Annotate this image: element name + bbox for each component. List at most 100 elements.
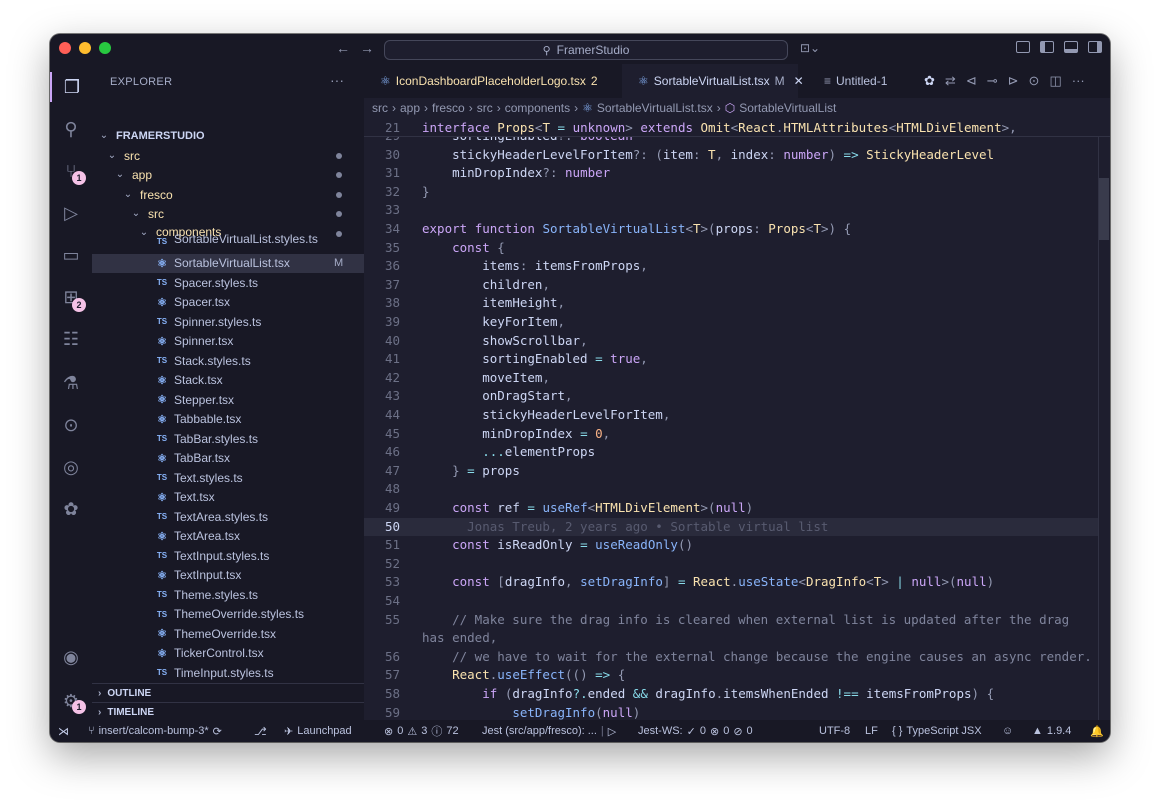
code-editor[interactable]: 29 sortingEnabled?: boolean30 stickyHead… — [364, 118, 1110, 720]
minimize-window-button[interactable] — [79, 42, 91, 54]
file-item[interactable]: TS Spacer.styles.ts — [92, 273, 364, 293]
breadcrumb-item[interactable]: components — [505, 101, 570, 115]
file-item[interactable]: ⚛ TextArea.tsx — [92, 527, 364, 547]
file-item[interactable]: TS TextInput.styles.ts — [92, 546, 364, 566]
openai-icon[interactable]: ✿ — [924, 73, 935, 89]
compare-changes-icon[interactable]: ⇄ — [945, 73, 956, 89]
code-line[interactable]: 47 } = props — [364, 462, 1110, 481]
folder-src-inner[interactable]: ⌄ src — [92, 204, 364, 224]
code-line[interactable]: 32} — [364, 183, 1110, 202]
code-line[interactable]: 59 setDragInfo(null) — [364, 704, 1110, 720]
code-line[interactable]: 51 const isReadOnly = useReadOnly() — [364, 536, 1110, 555]
split-editor-icon[interactable]: ◫ — [1049, 73, 1061, 89]
folder-fresco[interactable]: ⌄ fresco — [92, 185, 364, 205]
forward-arrow-icon[interactable]: → — [360, 40, 374, 56]
source-control-icon[interactable]: ⑂ — [50, 156, 92, 186]
eol-status[interactable]: LF — [865, 720, 878, 742]
code-line[interactable]: 54 — [364, 592, 1110, 611]
gitlens-inspect-icon[interactable]: ◎ — [50, 452, 92, 482]
search-icon[interactable]: ⚲ — [50, 114, 92, 144]
copilot-icon[interactable]: ⊡⌄ — [800, 41, 820, 55]
customize-layout-icon[interactable] — [1016, 41, 1030, 53]
file-item[interactable]: TS ThemeOverride.styles.ts — [92, 605, 364, 625]
file-item[interactable]: TS Stack.styles.ts — [92, 351, 364, 371]
run-debug-icon[interactable]: ▷ — [50, 198, 92, 228]
code-line[interactable]: 53 const [dragInfo, setDragInfo] = React… — [364, 573, 1110, 592]
code-line[interactable]: 44 stickyHeaderLevelForItem, — [364, 406, 1110, 425]
extensions-icon[interactable]: ⊞ — [50, 282, 92, 312]
ts-version-status[interactable]: ▲ 1.9.4 — [1032, 720, 1071, 742]
file-item[interactable]: TS Theme.styles.ts — [92, 585, 364, 605]
folder-src[interactable]: ⌄ src — [92, 146, 364, 166]
file-item[interactable]: ⚛ Stepper.tsx — [92, 390, 364, 410]
settings-gear-icon[interactable]: ⚙ — [50, 686, 92, 716]
code-line[interactable]: 40 showScrollbar, — [364, 332, 1110, 351]
remote-indicator[interactable]: ⋊ — [58, 720, 69, 742]
branch-status[interactable]: ⑂ insert/calcom-bump-3* ⟳ — [88, 720, 222, 742]
launchpad-status[interactable]: ✈ Launchpad — [284, 720, 352, 742]
code-line[interactable]: 55 // Make sure the drag info is cleared… — [364, 611, 1110, 630]
remote-explorer-icon[interactable]: ▭ — [50, 240, 92, 270]
code-line[interactable]: 36 items: itemsFromProps, — [364, 257, 1110, 276]
gitlens-icon[interactable]: ⊙ — [50, 410, 92, 440]
code-line[interactable]: 58 if (dragInfo?.ended && dragInfo.items… — [364, 685, 1110, 704]
jest-ws-status[interactable]: Jest-WS: ✓ 0 ⊗ 0 ⊘ 0 — [638, 720, 753, 742]
breadcrumb-item[interactable]: src — [372, 101, 388, 115]
notifications-bell-icon[interactable]: 🔔 — [1090, 720, 1104, 742]
file-item[interactable]: TS TimeInput.styles.ts — [92, 663, 364, 683]
back-arrow-icon[interactable]: ← — [336, 40, 350, 56]
file-item[interactable]: TS Text.styles.ts — [92, 468, 364, 488]
publish-icon[interactable]: ⎇ — [254, 720, 267, 742]
breadcrumb-item[interactable]: SortableVirtualList.tsx — [597, 101, 713, 115]
code-line[interactable]: 39 keyForItem, — [364, 313, 1110, 332]
code-line[interactable]: 57 React.useEffect(() => { — [364, 666, 1110, 685]
file-item[interactable]: ⚛ Text.tsx — [92, 488, 364, 508]
folder-app[interactable]: ⌄ app — [92, 165, 364, 185]
timeline-section[interactable]: › TIMELINE — [92, 702, 364, 720]
jest-status[interactable]: Jest (src/app/fresco): ... | ▷ — [482, 720, 616, 742]
file-item[interactable]: TS Spinner.styles.ts — [92, 312, 364, 332]
maximize-window-button[interactable] — [99, 42, 111, 54]
scrollbar-thumb[interactable] — [1099, 178, 1109, 240]
code-line[interactable]: 37 children, — [364, 276, 1110, 295]
code-line[interactable]: 42 moveItem, — [364, 369, 1110, 388]
sticky-scroll-header[interactable]: 21 interface Props<T = unknown> extends … — [364, 118, 1110, 137]
openai-icon[interactable]: ✿ — [50, 494, 92, 524]
code-line[interactable]: 52 — [364, 555, 1110, 574]
code-line[interactable]: 48 — [364, 480, 1110, 499]
testing-flask-icon[interactable]: ⚗ — [50, 368, 92, 398]
copilot-status-icon[interactable]: ☺ — [1002, 720, 1013, 742]
code-line[interactable]: has ended, — [364, 629, 1110, 648]
file-item[interactable]: TS TabBar.styles.ts — [92, 429, 364, 449]
folder-root[interactable]: ⌄ FRAMERSTUDIO — [92, 126, 364, 146]
code-line[interactable]: 50 Jonas Treub, 2 years ago • Sortable v… — [364, 517, 1110, 537]
gitlens-icon[interactable]: ⊙ — [1029, 73, 1040, 89]
code-line[interactable]: 30 stickyHeaderLevelForItem?: (item: T, … — [364, 146, 1110, 165]
close-window-button[interactable] — [59, 42, 71, 54]
file-item[interactable]: ⚛ ThemeOverride.tsx — [92, 624, 364, 644]
tab-sortable-virtual-list[interactable]: ⚛ SortableVirtualList.tsx M ✕ — [622, 64, 804, 98]
toggle-panel-icon[interactable] — [1064, 41, 1078, 53]
code-line[interactable]: 49 const ref = useRef<HTMLDivElement>(nu… — [364, 499, 1110, 518]
file-item[interactable]: ⚛ TextInput.tsx — [92, 566, 364, 586]
breadcrumb-item[interactable]: app — [400, 101, 420, 115]
file-item[interactable]: ⚛ Stack.tsx — [92, 371, 364, 391]
more-actions-icon[interactable]: ··· — [1072, 73, 1085, 89]
commit-icon[interactable]: ⊸ — [987, 73, 998, 89]
problems-status[interactable]: ⊗ 0 ⚠ 3 ⓘ 72 — [384, 720, 459, 742]
account-icon[interactable]: ◉ — [50, 642, 92, 672]
encoding-status[interactable]: UTF-8 — [819, 720, 850, 742]
file-item[interactable]: TS TextArea.styles.ts — [92, 507, 364, 527]
code-line[interactable]: 43 onDragStart, — [364, 387, 1110, 406]
next-change-icon[interactable]: ⊳ — [1008, 73, 1019, 89]
file-item[interactable]: ⚛ SortableVirtualList.tsx M — [92, 253, 364, 273]
tab-untitled[interactable]: ≡ Untitled-1 — [808, 64, 918, 98]
language-status[interactable]: { } TypeScript JSX — [892, 720, 982, 742]
chat-icon[interactable]: ☷ — [50, 324, 92, 354]
code-line[interactable]: 35 const { — [364, 239, 1110, 258]
code-line[interactable]: 33 — [364, 201, 1110, 220]
file-item[interactable]: ⚛ TickerControl.tsx — [92, 644, 364, 664]
outline-section[interactable]: › OUTLINE — [92, 683, 364, 703]
breadcrumb-item[interactable]: fresco — [432, 101, 465, 115]
code-line[interactable]: 31 minDropIndex?: number — [364, 164, 1110, 183]
